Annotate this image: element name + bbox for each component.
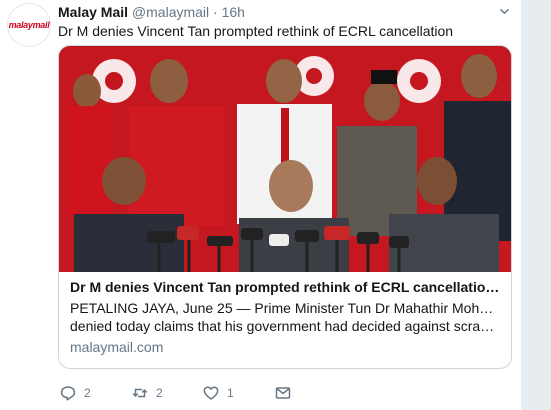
- card-description: PETALING JAYA, June 25 — Prime Minister …: [70, 299, 500, 335]
- like-button[interactable]: 1: [203, 384, 234, 402]
- link-card[interactable]: Dr M denies Vincent Tan prompted rethink…: [58, 45, 512, 369]
- account-name[interactable]: Malay Mail: [58, 4, 128, 20]
- account-handle[interactable]: @malaymail: [132, 4, 209, 20]
- card-body: Dr M denies Vincent Tan prompted rethink…: [59, 272, 511, 356]
- envelope-icon: [275, 387, 291, 399]
- tweet-text: Dr M denies Vincent Tan prompted rethink…: [58, 23, 454, 39]
- heart-icon: [203, 386, 219, 400]
- retweet-icon: [132, 388, 148, 398]
- card-domain[interactable]: malaymail.com: [70, 338, 500, 356]
- chevron-down-icon[interactable]: [500, 7, 509, 16]
- reply-button[interactable]: 2: [60, 384, 91, 402]
- direct-message-button[interactable]: [275, 384, 291, 402]
- card-image[interactable]: [59, 46, 511, 272]
- avatar[interactable]: malaymail: [7, 3, 51, 47]
- reply-count: 2: [84, 386, 91, 400]
- like-count: 1: [227, 386, 234, 400]
- card-description-line: PETALING JAYA, June 25 — Prime Minister …: [70, 300, 500, 316]
- reply-icon: [60, 386, 76, 401]
- timestamp[interactable]: 16h: [222, 4, 245, 20]
- press-conference-photo: [59, 46, 511, 272]
- header-separator: ·: [213, 4, 218, 20]
- retweet-count: 2: [156, 386, 163, 400]
- card-title[interactable]: Dr M denies Vincent Tan prompted rethink…: [70, 278, 500, 296]
- tweet-header: Malay Mail @malaymail · 16h: [58, 3, 509, 21]
- tweet[interactable]: malaymail Malay Mail @malaymail · 16h Dr…: [0, 0, 522, 410]
- avatar-logo-text: malaymail: [8, 20, 50, 30]
- retweet-button[interactable]: 2: [132, 384, 163, 402]
- card-description-line: denied today claims that his government …: [70, 318, 500, 334]
